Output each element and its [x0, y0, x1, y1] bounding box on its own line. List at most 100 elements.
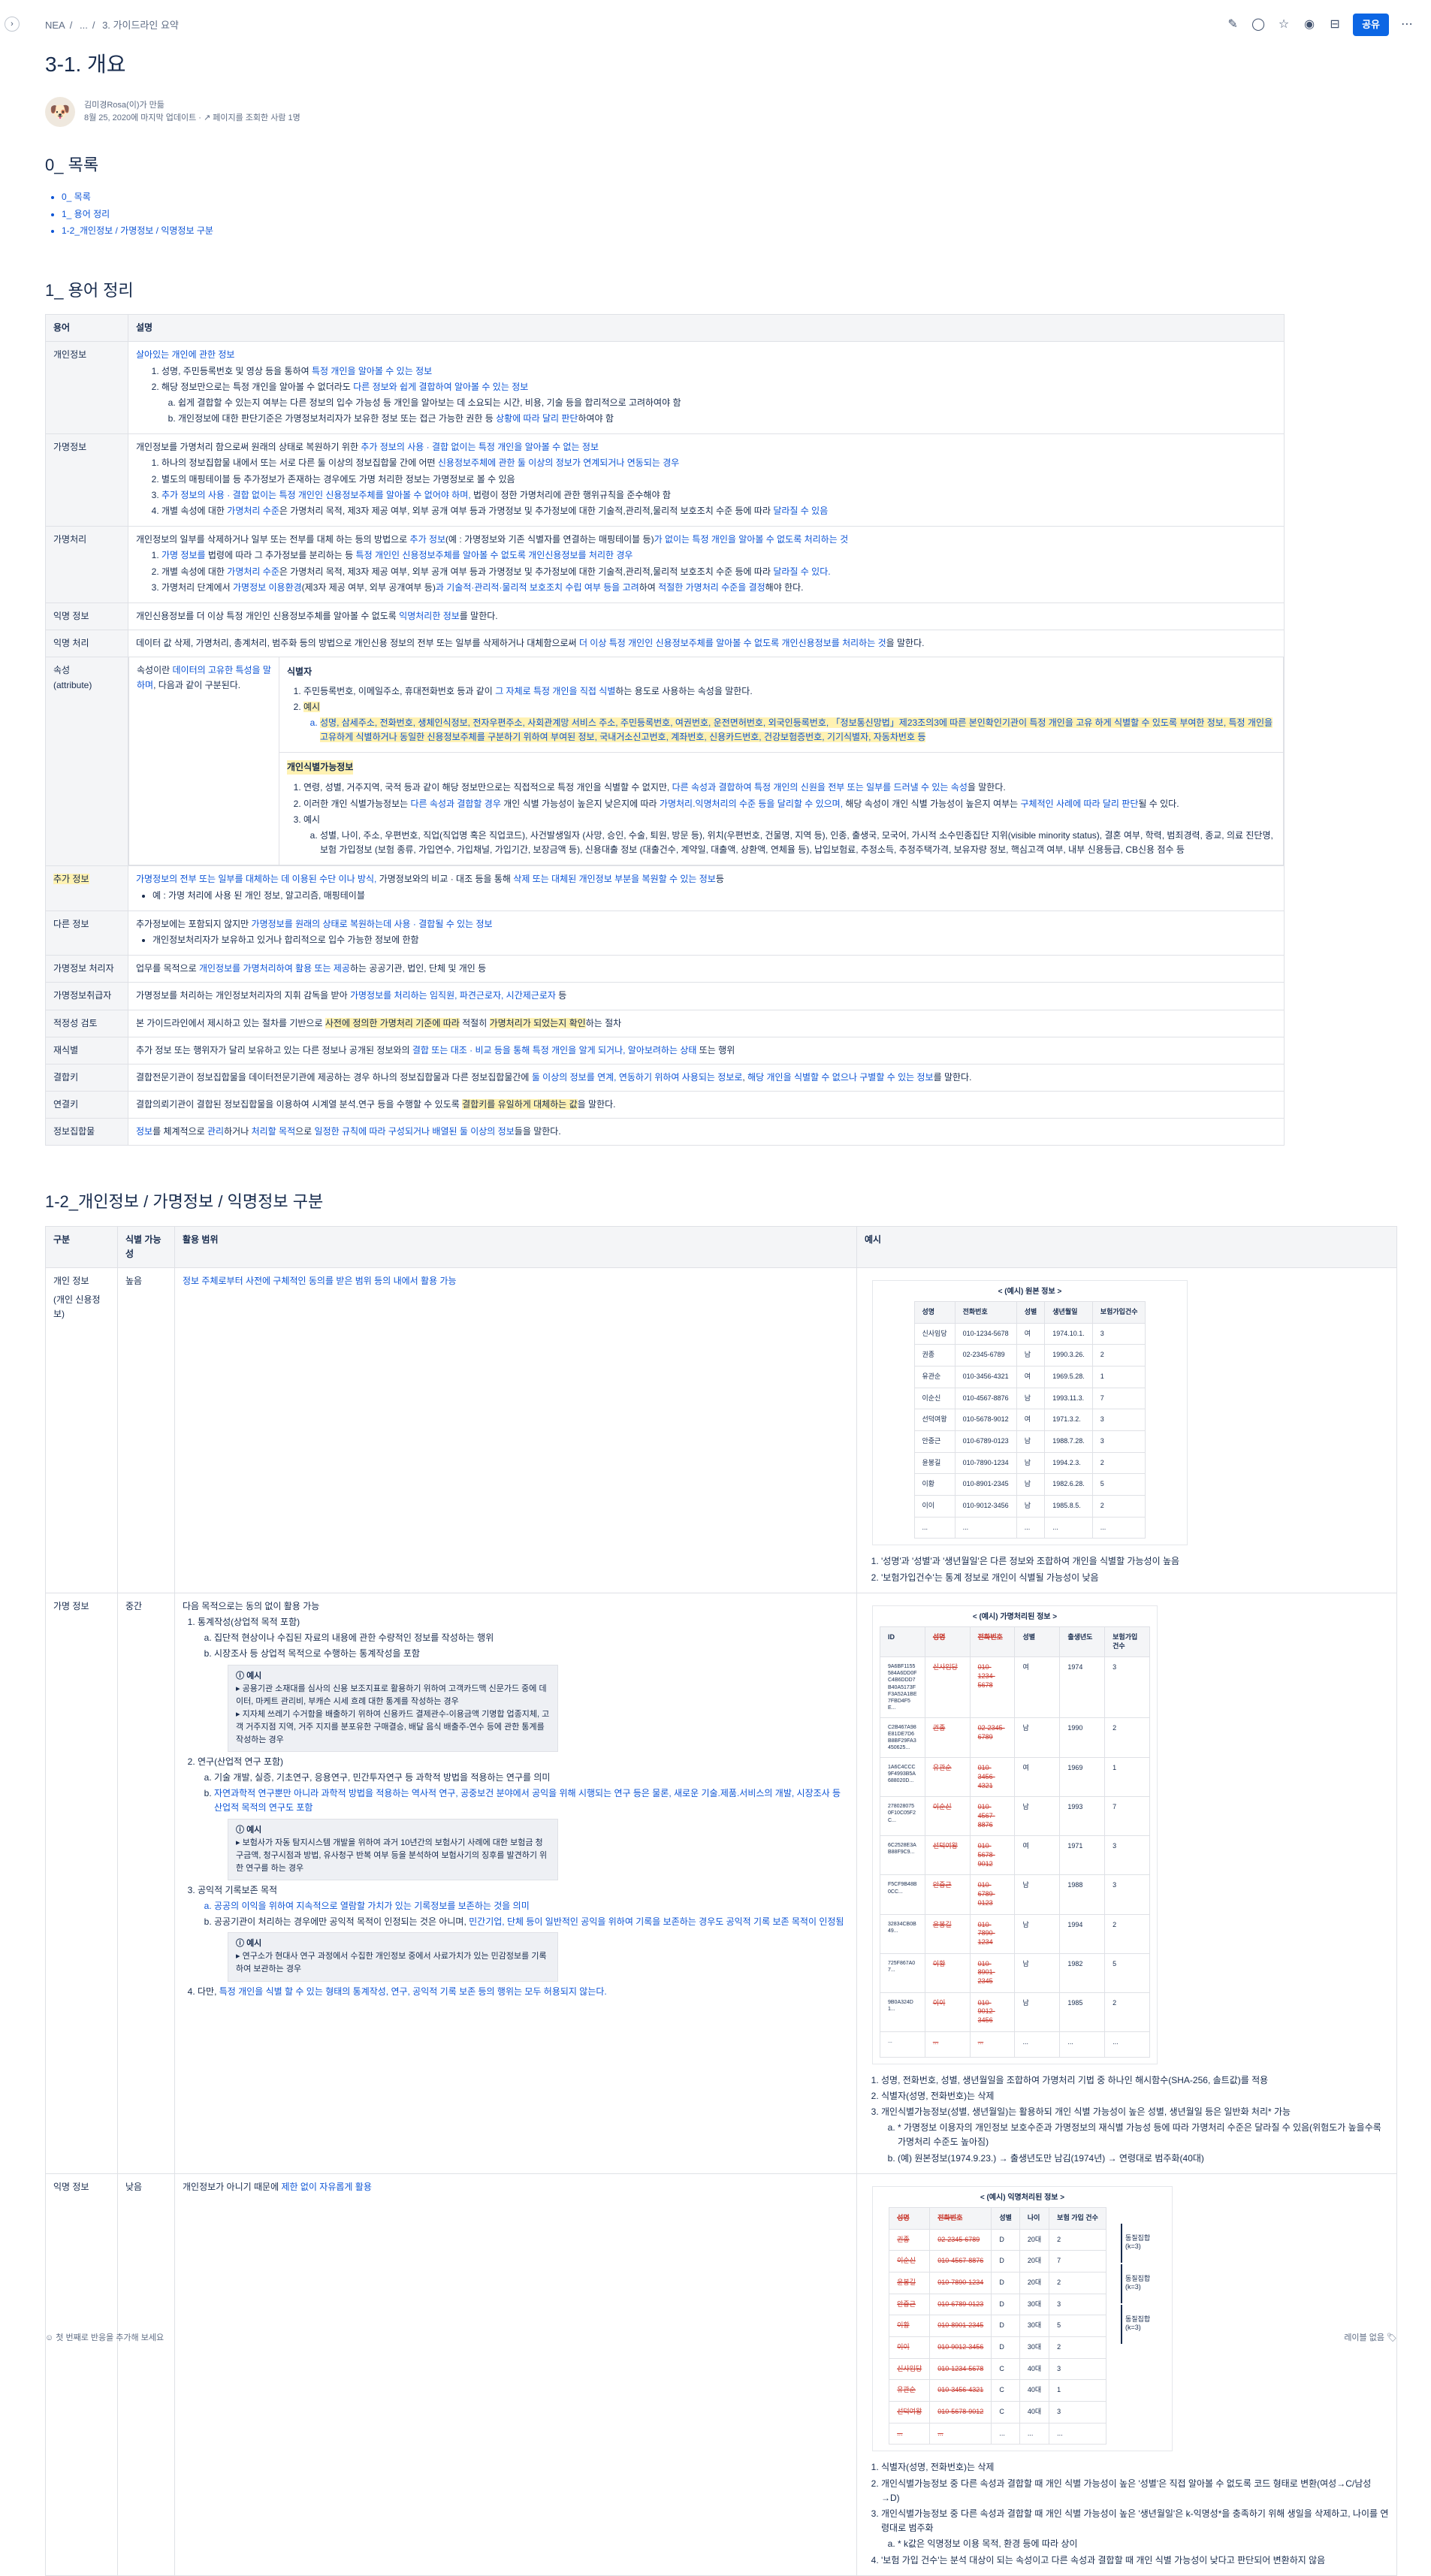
- sample-cell: 남: [1016, 1451, 1046, 1475]
- sample-cell: 3: [1091, 1430, 1146, 1453]
- example-box: ⓘ 예시 ▸ 공용기관 소재대를 심사의 신용 보조지표로 활용하기 위하여 고객…: [228, 1664, 558, 1752]
- toc-link[interactable]: 1-2_개인정보 / 가명정보 / 익명정보 구분: [62, 222, 1397, 239]
- term-cell: 가명정보취급자: [45, 982, 128, 1010]
- sample-cell: 남: [1016, 1387, 1046, 1410]
- sample-row: 선덕여왕 010-5678-9012 여 1971.3.2. 3: [913, 1409, 1146, 1432]
- breadcrumb-space[interactable]: NEA: [45, 20, 65, 31]
- pen-icon[interactable]: ✎: [1225, 17, 1240, 32]
- sample-data-table: 성명 전화번호 성별 생년월일 보험가입건수 신사임당 010-1234-5678 여 1974…: [913, 1300, 1146, 1539]
- sample-cell: 010-7890-1234: [969, 1913, 1016, 1954]
- table-row: 정보집합물 정보를 체계적으로 관리하거나 처리할 목적으로 일정한 규칙에 따…: [45, 1118, 1285, 1146]
- sample-cell: ...: [1044, 1516, 1093, 1539]
- sample-row: 1A6C4CCC9F4993B5A688020D... 유관순 010-3456-4…: [880, 1757, 1150, 1798]
- sample-row: ..................: [880, 2031, 1150, 2058]
- sidebar-expand-button[interactable]: ›: [5, 17, 20, 32]
- sample-cell: 윤봉길: [889, 2271, 931, 2294]
- sample-cell: 3: [1049, 2293, 1106, 2316]
- sample-cell: 1988: [1059, 1874, 1106, 1915]
- term-cell: 익명 처리: [45, 630, 128, 658]
- attribute-subtable: 속성이란 데이터의 고유한 특성을 말하며, 다음과 같이 구분된다. 식별자 …: [128, 657, 1284, 866]
- sample-cell: 이이: [924, 1992, 971, 2032]
- sample-data-table: ID 성명 전화번호 성별 출생년도 보험가입건수 9A6BF1155584A6DD0FC4…: [880, 1626, 1150, 2058]
- sample-cell: 02-2345-6789: [969, 1717, 1016, 1759]
- sample-cell: 010-8901-2345: [954, 1473, 1017, 1496]
- sample-row: 6C2528E3AB88F9C9... 선덕여왕 010-5678-9012 여 197…: [880, 1835, 1150, 1876]
- sample-cell: 010-7890-1234: [954, 1451, 1017, 1475]
- sample-cell: 1993: [1059, 1796, 1106, 1837]
- sample-cell: 2: [1049, 2271, 1106, 2294]
- col-header: 구분: [45, 1225, 118, 1268]
- restriction-icon[interactable]: ⊟: [1327, 17, 1342, 32]
- labels-area[interactable]: 레이블 없음 🏷: [1344, 2332, 1397, 2345]
- sample-row: 윤봉길 010-7890-1234 D 20대 2: [889, 2271, 1106, 2294]
- breadcrumb: NEA / .../ 3. 가이드라인 요약: [45, 20, 179, 31]
- sample-cell: 윤봉길: [924, 1913, 971, 1954]
- sample-cell: 1971.3.2.: [1044, 1409, 1093, 1432]
- sample-cell: ...: [1016, 1516, 1046, 1539]
- views-count[interactable]: 페이지를 조회한 사람 1명: [213, 113, 300, 122]
- sample-cell: 3: [1091, 1322, 1146, 1345]
- sample-row: 신사임당 010-1234-5678 C 40대 3: [889, 2357, 1106, 2381]
- sample-cell: 1: [1091, 1365, 1146, 1388]
- sample-cell: 여: [1014, 1757, 1061, 1798]
- sample-cell: 010-8901-2345: [969, 1952, 1016, 1993]
- sample-cell: 여: [1016, 1365, 1046, 1388]
- updated-date: 8월 25, 2020에 마지막 업데이트 ·: [84, 113, 201, 123]
- sample-cell: 유관순: [924, 1757, 971, 1798]
- table-row: 다른 정보 추가정보에는 포함되지 않지만 가명정보를 원래의 상태로 복원하는…: [45, 910, 1285, 956]
- sample-cell: 남: [1016, 1430, 1046, 1453]
- sample-cell: 40대: [1019, 2401, 1050, 2423]
- sample-cell: 신사임당: [889, 2357, 931, 2381]
- breadcrumb-parent[interactable]: 3. 가이드라인 요약: [102, 20, 179, 31]
- sample-row: 이이 010-9012-3456 남 1985.8.5. 2: [913, 1495, 1146, 1518]
- table-row: 가명 정보 중간 다음 목적으로는 동의 없이 활용 가능 통계작성(상업적 목…: [45, 1592, 1397, 2174]
- comment-icon[interactable]: ◯: [1251, 17, 1266, 32]
- star-icon[interactable]: ☆: [1276, 17, 1291, 32]
- sample-cell: 남: [1014, 1913, 1061, 1954]
- sample-cell: 3: [1049, 2401, 1106, 2423]
- share-button[interactable]: 공유: [1353, 14, 1389, 36]
- sample-cell: 010-1234-5678: [929, 2357, 992, 2381]
- eye-icon[interactable]: ◉: [1302, 17, 1317, 32]
- sample-cell: 선덕여왕: [913, 1409, 956, 1432]
- toc-link[interactable]: 0_ 목록: [62, 189, 1397, 205]
- sample-col-header: 나이: [1019, 2206, 1050, 2230]
- sample-col-header: 보험 가입 건수: [1049, 2206, 1106, 2230]
- sample-cell: 010-1234-5678: [954, 1322, 1017, 1345]
- sample-cell: 이순신: [913, 1387, 956, 1410]
- sample-row: 유관순 010-3456-4321 C 40대 1: [889, 2379, 1106, 2402]
- sample-cell: 7: [1091, 1387, 1146, 1410]
- table-row: 적정성 검토 본 가이드라인에서 제시하고 있는 절차를 기반으로 사전에 정의…: [45, 1009, 1285, 1037]
- breadcrumb-ellipsis[interactable]: ...: [80, 20, 88, 31]
- more-icon[interactable]: ⋯: [1399, 17, 1414, 32]
- sample-col-header: 전화번호: [929, 2206, 992, 2230]
- sample-cell: ...: [880, 2031, 925, 2058]
- compare-table: 구분 식별 가능성 활용 범위 예시 개인 정보 (개인 신용정보) 높음 정보 …: [45, 1225, 1397, 2576]
- sample-row: 2780280750F10C05F2C... 이순신 010-4567-8876 남 1…: [880, 1796, 1150, 1837]
- compare-heading: 1-2_개인정보 / 가명정보 / 익명정보 구분: [45, 1192, 324, 1212]
- add-reaction-button[interactable]: ☺ 첫 번째로 반응을 추가해 보세요: [45, 2332, 164, 2345]
- avatar[interactable]: 🐶: [45, 97, 75, 128]
- sample-col-header: 출생년도: [1059, 1626, 1106, 1658]
- tag-icon: 🏷: [1387, 2333, 1397, 2342]
- sample-cell: ...: [969, 2031, 1016, 2058]
- sample-cell: 2780280750F10C05F2C...: [880, 1796, 925, 1837]
- sample-cell: 2: [1091, 1495, 1146, 1518]
- table-row: 가명처리 개인정보의 일부를 삭제하거나 일부 또는 전부를 대체 하는 등의 …: [45, 526, 1285, 603]
- sample-row: 안중근 010-6789-0123 남 1988.7.28. 3: [913, 1430, 1146, 1453]
- sample-cell: C: [991, 2379, 1020, 2402]
- sample-cell: 010-4567-8876: [954, 1387, 1017, 1410]
- original-data-image: < (예시) 원본 정보 > 성명 전화번호 성별 생년월일 보험가입건수 신사임당 010…: [872, 1279, 1188, 1546]
- sample-cell: 1985.8.5.: [1044, 1495, 1093, 1518]
- col-header: 용어: [45, 314, 128, 343]
- sample-cell: 2: [1104, 1717, 1150, 1759]
- sample-cell: 1A6C4CCC9F4993B5A688020D...: [880, 1757, 925, 1798]
- author-line[interactable]: 김미경Rosa(이)가 만듦: [84, 99, 300, 113]
- sample-cell: D: [991, 2250, 1020, 2272]
- sample-cell: 3: [1091, 1409, 1146, 1432]
- toc-link[interactable]: 1_ 용어 정리: [62, 206, 1397, 222]
- sample-cell: D: [991, 2271, 1020, 2294]
- sample-cell: 20대: [1019, 2228, 1050, 2251]
- sample-cell: 1990.3.26.: [1044, 1344, 1093, 1367]
- sample-cell: 1982.6.28.: [1044, 1473, 1093, 1496]
